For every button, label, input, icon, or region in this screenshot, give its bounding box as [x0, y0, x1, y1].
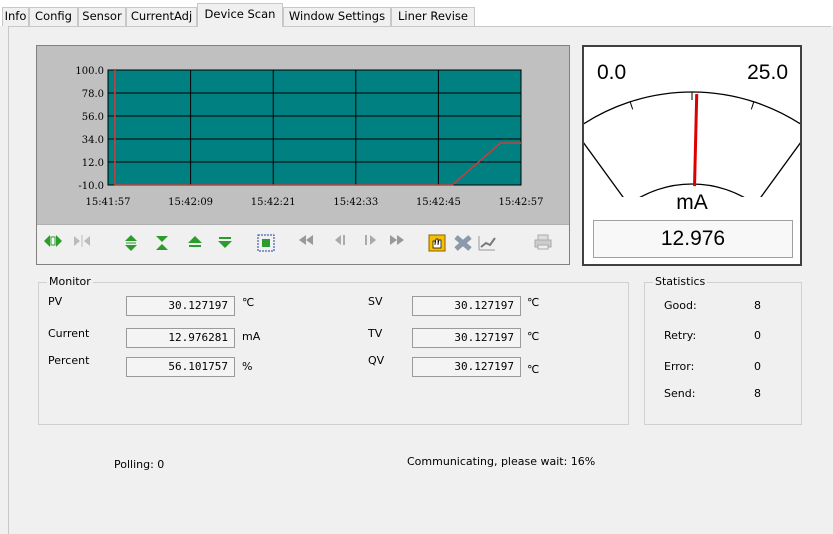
qv-field[interactable]: 30.127197 [412, 357, 521, 377]
qv-label: QV [368, 354, 385, 367]
monitor-title: Monitor [47, 275, 93, 288]
step-forward-icon[interactable] [361, 234, 381, 254]
good-label: Good: [664, 299, 697, 312]
chart-toolbar [37, 224, 569, 264]
tab-liner-revise[interactable]: Liner Revise [391, 7, 475, 26]
tab-currentadj[interactable]: CurrentAdj [126, 7, 197, 26]
retry-label: Retry: [664, 329, 697, 342]
step-back-icon[interactable] [334, 234, 354, 254]
pv-label: PV [48, 295, 63, 308]
statistics-group: Statistics Good: 8 Retry: 0 Error: 0 Sen… [644, 275, 802, 425]
scroll-y-up-icon[interactable] [187, 234, 207, 254]
communication-status: Communicating, please wait: 16% [407, 455, 596, 468]
x-tick-label: 15:42:09 [168, 197, 213, 208]
trend-chart: 100.0 78.0 56.0 34.0 12.0 -10.0 15:41:57 15:42:… [36, 45, 570, 265]
hand-pan-icon[interactable] [428, 234, 448, 254]
gauge-arc [584, 91, 800, 197]
page-back-icon[interactable] [298, 234, 318, 254]
x-tick-label: 15:41:57 [86, 197, 131, 208]
x-tick-label: 15:42:57 [499, 197, 544, 208]
sv-label: SV [368, 295, 383, 308]
tab-bar: Info Config Sensor CurrentAdj Device Sca… [0, 0, 833, 27]
qv-unit: ℃ [527, 363, 540, 376]
x-tick-label: 15:42:21 [251, 197, 296, 208]
pv-unit: ℃ [242, 296, 255, 309]
retry-value: 0 [754, 329, 761, 342]
tv-label: TV [368, 327, 383, 340]
error-label: Error: [664, 360, 695, 373]
monitor-group: Monitor PV 30.127197 ℃ Current 12.976281… [38, 275, 629, 425]
send-label: Send: [664, 387, 696, 400]
current-field[interactable]: 12.976281 [126, 328, 235, 348]
good-value: 8 [754, 299, 761, 312]
sv-unit: ℃ [527, 296, 540, 309]
current-label: Current [48, 327, 90, 340]
tab-config[interactable]: Config [29, 7, 78, 26]
x-tick-label: 15:42:45 [416, 197, 461, 208]
y-tick-label: 34.0 [82, 135, 104, 146]
send-value: 8 [754, 387, 761, 400]
tab-info[interactable]: Info [2, 7, 29, 26]
current-gauge: 0.0 25.0 mA 12.976 [582, 45, 802, 266]
scroll-y-down-icon[interactable] [217, 234, 237, 254]
zoom-y-out-icon[interactable] [154, 234, 174, 254]
tv-unit: ℃ [527, 330, 540, 343]
polling-status: Polling: 0 [114, 458, 165, 471]
statistics-title: Statistics [653, 275, 708, 288]
y-tick-label: 56.0 [82, 112, 104, 123]
tab-sensor[interactable]: Sensor [78, 7, 126, 26]
x-tick-label: 15:42:33 [333, 197, 378, 208]
gauge-unit: mA [676, 191, 708, 214]
zoom-y-in-icon[interactable] [123, 234, 143, 254]
delete-cursor-icon[interactable] [453, 234, 473, 254]
pv-field[interactable]: 30.127197 [126, 296, 235, 316]
page-forward-icon[interactable] [389, 234, 409, 254]
gauge-dial [584, 91, 800, 197]
y-tick-label: 78.0 [82, 89, 104, 100]
y-tick-label: 100.0 [75, 66, 104, 77]
y-tick-label: 12.0 [82, 158, 104, 169]
percent-unit: % [242, 360, 253, 373]
error-value: 0 [754, 360, 761, 373]
current-unit: mA [242, 330, 261, 343]
fit-all-icon[interactable] [257, 234, 277, 254]
scroll-left-right-icon[interactable] [43, 234, 63, 254]
percent-field[interactable]: 56.101757 [126, 357, 235, 377]
sv-field[interactable]: 30.127197 [412, 296, 521, 316]
y-tick-label: -10.0 [78, 181, 104, 192]
tab-window-settings[interactable]: Window Settings [283, 7, 391, 26]
gauge-readout: 12.976 [593, 220, 793, 258]
tv-field[interactable]: 30.127197 [412, 328, 521, 348]
scroll-reset-icon[interactable] [73, 234, 93, 254]
plot-area [108, 70, 521, 185]
percent-label: Percent [48, 354, 90, 367]
trend-chart-svg: 100.0 78.0 56.0 34.0 12.0 -10.0 15:41:57 15:42:… [75, 66, 544, 208]
tab-device-scan[interactable]: Device Scan [197, 3, 283, 27]
print-icon[interactable] [534, 234, 554, 254]
chart-line-icon[interactable] [477, 234, 497, 254]
